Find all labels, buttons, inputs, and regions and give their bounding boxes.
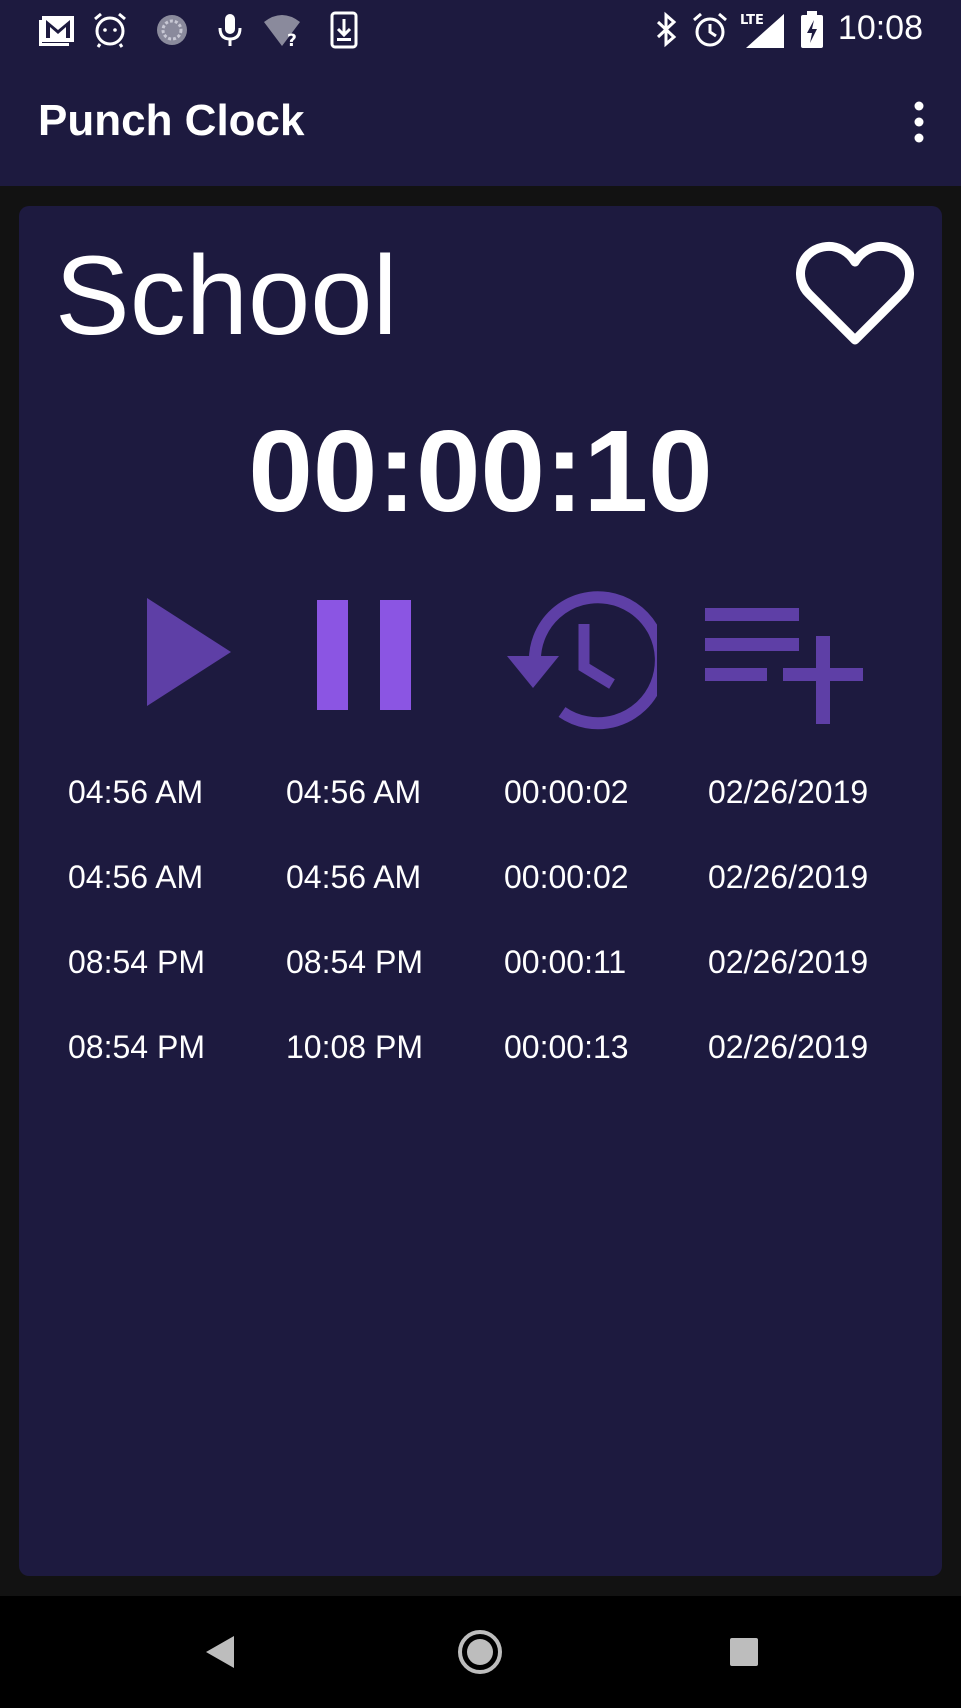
lte-signal-icon: LTE (740, 13, 784, 48)
status-bar: ? LTE 10:08 (0, 0, 961, 58)
log-duration: 00:00:13 (504, 1029, 629, 1065)
home-circle-icon (458, 1630, 502, 1674)
log-date: 02/26/2019 (708, 1029, 869, 1065)
more-vert-icon[interactable] (907, 100, 931, 144)
log-start: 04:56 AM (68, 774, 204, 810)
alarm-icon (693, 12, 727, 47)
log-date: 02/26/2019 (708, 774, 869, 810)
screen: ? LTE 10:08 Punch Clock School 00:00:10 … (0, 0, 961, 1708)
alarm-clock-icon (94, 12, 126, 48)
log-row[interactable]: 04:56 AM 04:56 AM 00:00:02 02/26/2019 (19, 859, 942, 944)
log-row[interactable]: 04:56 AM 04:56 AM 00:00:02 02/26/2019 (19, 774, 942, 859)
sync-icon (157, 15, 187, 45)
log-end: 08:54 PM (286, 944, 423, 980)
bluetooth-icon (656, 11, 677, 48)
status-time: 10:08 (837, 9, 923, 47)
log-start: 04:56 AM (68, 859, 204, 895)
heart-outline-icon[interactable] (796, 238, 914, 348)
back-triangle-icon (206, 1636, 234, 1668)
battery-charging-icon (801, 11, 823, 48)
timer-card: School 00:00:10 04:56 AM 04:56 AM 00:00:… (19, 206, 942, 1576)
pause-icon (317, 600, 411, 710)
history-icon (507, 591, 667, 730)
log-duration: 00:00:11 (504, 944, 627, 980)
navigation-bar (0, 1596, 961, 1708)
home-button[interactable] (452, 1624, 508, 1680)
recents-button[interactable] (716, 1624, 772, 1680)
log-date: 02/26/2019 (708, 859, 869, 895)
playlist-add-icon (705, 608, 863, 724)
log-end: 10:08 PM (286, 1029, 423, 1065)
back-button[interactable] (190, 1624, 246, 1680)
play-icon (147, 598, 231, 706)
play-button[interactable] (145, 598, 231, 708)
svg-text:LTE: LTE (740, 13, 764, 28)
log-end: 04:56 AM (286, 774, 422, 810)
log-end: 04:56 AM (286, 859, 422, 895)
card-title: School (55, 233, 398, 358)
log-date: 02/26/2019 (708, 944, 869, 980)
log-duration: 00:00:02 (504, 774, 629, 810)
log-row[interactable]: 08:54 PM 08:54 PM 00:00:11 02/26/2019 (19, 944, 942, 1029)
recents-square-icon (730, 1638, 758, 1666)
log-duration: 00:00:02 (504, 859, 629, 895)
add-entry-button[interactable] (705, 608, 865, 724)
punch-log: 04:56 AM 04:56 AM 00:00:02 02/26/2019 04… (19, 774, 942, 1114)
log-row[interactable]: 08:54 PM 10:08 PM 00:00:13 02/26/2019 (19, 1029, 942, 1114)
microphone-icon (218, 14, 242, 46)
pause-button[interactable] (317, 600, 413, 710)
wifi-question-icon: ? (264, 15, 300, 50)
history-button[interactable] (487, 584, 667, 730)
download-icon (330, 11, 358, 49)
elapsed-timer: 00:00:10 (248, 406, 713, 536)
gmail-icon (39, 16, 74, 46)
app-title: Punch Clock (38, 96, 305, 145)
log-start: 08:54 PM (68, 1029, 205, 1065)
log-start: 08:54 PM (68, 944, 205, 980)
svg-text:?: ? (287, 31, 297, 50)
app-bar: Punch Clock (0, 58, 961, 186)
